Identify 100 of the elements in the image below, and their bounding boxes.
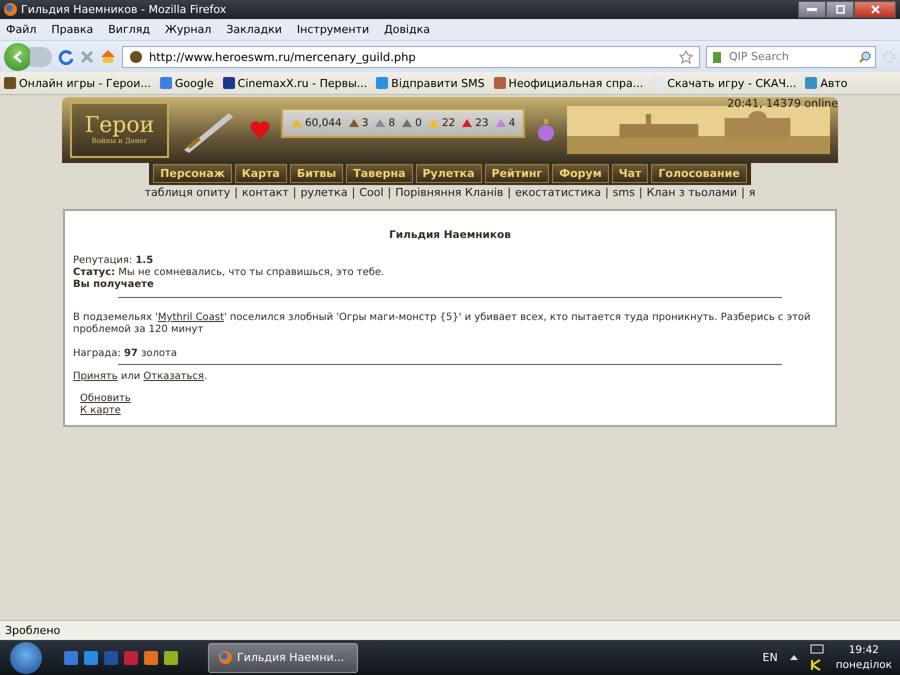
- clock-time[interactable]: 19:42: [848, 644, 879, 656]
- heart-icon: [249, 120, 271, 140]
- bookmark[interactable]: Google: [160, 76, 214, 90]
- search-field[interactable]: QIP Search: [706, 46, 876, 68]
- resource-amount: 23: [475, 117, 489, 129]
- resource-amount: 22: [442, 117, 456, 129]
- nav-button[interactable]: Битвы: [290, 164, 344, 183]
- nav-button[interactable]: Карта: [234, 164, 287, 183]
- close-icon: [870, 5, 880, 14]
- page-link[interactable]: К карте: [80, 405, 121, 417]
- minimize-icon: [807, 8, 817, 11]
- separator: |: [350, 186, 356, 199]
- clock-day[interactable]: понеділок: [836, 659, 892, 671]
- app-icon[interactable]: [144, 650, 158, 664]
- menu-item[interactable]: Журнал: [165, 23, 212, 36]
- bookmark[interactable]: Авто: [805, 76, 848, 90]
- bookmark[interactable]: CinemaxX.ru - Первы...: [222, 76, 368, 90]
- menu-item[interactable]: Правка: [51, 23, 94, 36]
- resource-amount: 0: [415, 117, 422, 129]
- accept-link[interactable]: Принять: [73, 371, 118, 382]
- taskbar-button[interactable]: Гильдия Наемни...: [208, 642, 358, 672]
- status-text: Зроблено: [5, 624, 60, 637]
- app-icon[interactable]: [124, 650, 138, 664]
- sub-link[interactable]: екостатистика: [515, 186, 601, 199]
- page-link[interactable]: Обновить: [80, 393, 131, 405]
- search-icon[interactable]: [859, 50, 871, 62]
- separator: |: [638, 186, 644, 199]
- separator: |: [740, 186, 746, 199]
- reward-text: Награда: 97 золота: [73, 348, 178, 360]
- sub-link[interactable]: рулетка: [300, 186, 348, 199]
- resource-amount: 4: [508, 117, 516, 129]
- period-text: .: [204, 371, 208, 382]
- menu-item[interactable]: Вигляд: [108, 23, 150, 36]
- loading-icon: [882, 50, 896, 64]
- separator: |: [386, 186, 392, 199]
- back-button[interactable]: [4, 42, 32, 70]
- nav-button[interactable]: Рейтинг: [484, 164, 550, 183]
- resource-amount: 8: [388, 117, 396, 129]
- nav-button[interactable]: Форум: [552, 164, 609, 183]
- bookmark[interactable]: Неофициальная спра...: [494, 76, 644, 90]
- menu-item[interactable]: Файл: [6, 23, 36, 36]
- resource-icon: [428, 118, 440, 128]
- nav-button[interactable]: Таверна: [346, 164, 412, 183]
- separator: |: [506, 186, 512, 199]
- sub-link[interactable]: Cool: [359, 186, 384, 199]
- search-input[interactable]: QIP Search: [727, 49, 855, 64]
- nav-button[interactable]: Рулетка: [416, 164, 482, 183]
- resource-icon: [461, 118, 474, 128]
- sub-link[interactable]: sms: [612, 186, 635, 199]
- browser-icon: [4, 3, 17, 16]
- guild-title: Гильдия Наемников: [388, 229, 512, 241]
- start-button[interactable]: [10, 642, 42, 674]
- reload-icon[interactable]: [58, 48, 74, 64]
- separator: |: [233, 186, 239, 199]
- bookmark[interactable]: Онлайн игры - Герои...: [4, 76, 151, 90]
- menu-item[interactable]: Довідка: [384, 23, 430, 36]
- bookmark[interactable]: Скачать игру - СКАЧ...: [652, 76, 796, 90]
- resource-icon: [348, 118, 360, 128]
- sub-link[interactable]: Порівняння Кланів: [395, 186, 504, 199]
- site-icon: [129, 50, 143, 64]
- bookmark[interactable]: Відправити SMS: [376, 76, 485, 90]
- resource-amount: 3: [362, 117, 368, 129]
- nav-button[interactable]: Голосование: [651, 164, 747, 183]
- resource-icon: [494, 118, 507, 128]
- close-button[interactable]: [854, 1, 896, 18]
- resource-icon: [374, 118, 386, 128]
- maximize-icon: [836, 5, 844, 14]
- search-engine-icon[interactable]: [711, 50, 723, 64]
- star-icon[interactable]: [679, 50, 693, 64]
- status-text: Статус: Мы не сомневались, что ты справишься, это тебе.: [73, 267, 386, 279]
- menu-item[interactable]: Інструменти: [296, 23, 370, 36]
- app-icon[interactable]: [84, 650, 98, 664]
- separator: |: [604, 186, 610, 199]
- receive-heading: Вы получаете: [73, 279, 155, 291]
- separator: |: [292, 186, 298, 199]
- home-icon[interactable]: [100, 49, 116, 64]
- resource-icon: [401, 118, 414, 128]
- nav-button[interactable]: Чат: [612, 164, 648, 183]
- app-icon[interactable]: [164, 650, 178, 664]
- reputation-text: Репутация: 1.5: [73, 255, 154, 267]
- menu-item[interactable]: Закладки: [226, 23, 282, 36]
- caret-icon[interactable]: [790, 655, 798, 660]
- online-counter: 20:41, 14379 online: [727, 97, 838, 110]
- app-icon[interactable]: [64, 650, 78, 664]
- language-indicator[interactable]: EN: [762, 651, 778, 664]
- quest-text: В подземельях 'Mythril Coast' поселился злобный 'Огры маги-монстр {5}' и убивает всех, кто пытается туда проникнуть. Разберись с этой проблемой за 120 минут: [73, 312, 812, 336]
- sub-link[interactable]: Клан з тьолами: [646, 186, 738, 199]
- maximize-button[interactable]: [826, 1, 854, 18]
- decline-link[interactable]: Отказаться: [143, 371, 204, 382]
- sub-link[interactable]: я: [748, 186, 756, 199]
- sub-link[interactable]: таблиця опиту: [144, 186, 230, 199]
- or-text: или: [120, 371, 142, 382]
- window-title: Гильдия Наемников - Mozilla Firefox: [21, 3, 228, 16]
- address-field[interactable]: http://www.heroeswm.ru/mercenary_guild.php: [122, 46, 700, 68]
- nav-button[interactable]: Персонаж: [153, 164, 232, 183]
- sub-link[interactable]: контакт: [242, 186, 289, 199]
- resource-amount: 60,044: [305, 117, 342, 129]
- minimize-button[interactable]: [798, 1, 826, 18]
- resource-icon: [291, 118, 303, 128]
- location-link[interactable]: Mythril Coast: [158, 312, 224, 323]
